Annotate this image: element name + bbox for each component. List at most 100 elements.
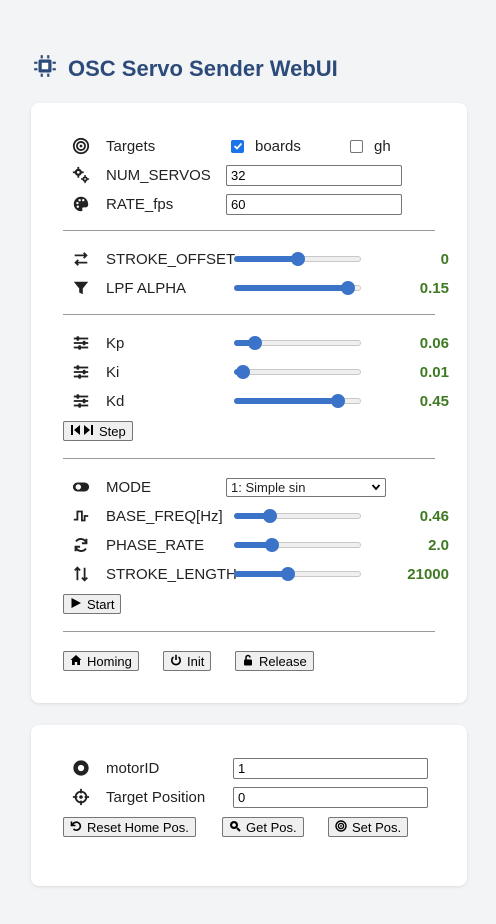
filter-icon: [71, 278, 91, 298]
kp-slider[interactable]: [234, 335, 361, 351]
unlock-icon: [242, 654, 254, 669]
step-button-label: Step: [99, 423, 126, 439]
rate-fps-row: RATE_fps: [71, 192, 449, 216]
set-pos-button[interactable]: Set Pos.: [328, 817, 409, 837]
sliders-icon: [71, 391, 91, 411]
reset-home-pos-button[interactable]: Reset Home Pos.: [63, 817, 196, 837]
home-icon: [70, 654, 82, 669]
boards-label: boards: [255, 137, 301, 155]
target-position-row: Target Position: [71, 785, 449, 809]
rate-fps-label: RATE_fps: [106, 195, 174, 213]
num-servos-row: NUM_SERVOS: [71, 163, 449, 187]
power-icon: [170, 654, 182, 669]
start-button-label: Start: [87, 596, 115, 612]
sliders-icon: [71, 362, 91, 382]
page-title: OSC Servo Sender WebUI: [68, 56, 338, 81]
step-button[interactable]: Step: [63, 421, 133, 441]
stroke-offset-label: STROKE_OFFSET: [106, 250, 236, 268]
targets-label: Targets: [106, 137, 156, 155]
toggle-icon: [71, 477, 91, 497]
divider: [63, 230, 435, 231]
kd-value: 0.45: [419, 392, 449, 410]
target-position-input[interactable]: [233, 786, 428, 808]
step-forward-icon: [70, 424, 94, 439]
homing-button[interactable]: Homing: [63, 651, 139, 671]
lpf-alpha-value: 0.15: [419, 279, 449, 297]
gh-checkbox[interactable]: [350, 139, 363, 153]
search-icon: [229, 820, 241, 835]
targets-boards-option[interactable]: boards: [231, 138, 301, 155]
motor-position-card: motorID Target Position Reset Home Pos. …: [31, 725, 467, 886]
refresh-icon: [71, 535, 91, 555]
targets-row: Targets boards gh: [71, 134, 449, 158]
boards-checkbox[interactable]: [231, 139, 244, 153]
phase-rate-value: 2.0: [428, 536, 449, 554]
kp-value: 0.06: [419, 334, 449, 352]
undo-icon: [70, 820, 82, 835]
kp-label: Kp: [106, 334, 125, 352]
crosshairs-icon: [71, 787, 91, 807]
motor-id-label: motorID: [106, 759, 160, 777]
start-button[interactable]: Start: [63, 594, 122, 614]
arrows-left-right-icon: [71, 249, 91, 269]
chevron-down-icon: [371, 483, 381, 490]
stroke-length-value: 21000: [407, 565, 449, 583]
get-pos-button[interactable]: Get Pos.: [222, 817, 304, 837]
kp-row: Kp 0.06: [71, 331, 449, 355]
divider: [63, 458, 435, 459]
lpf-alpha-label: LPF ALPHA: [106, 279, 187, 297]
control-panel-card: Targets boards gh NUM_SERVOS RATE_fps: [31, 103, 467, 703]
stroke-length-label: STROKE_LENGTH: [106, 565, 237, 583]
chip-icon: [32, 53, 58, 85]
ki-row: Ki 0.01: [71, 360, 449, 384]
kd-label: Kd: [106, 392, 125, 410]
base-freq-value: 0.46: [419, 507, 449, 525]
lpf-alpha-row: LPF ALPHA 0.15: [71, 276, 449, 300]
gh-label: gh: [374, 137, 391, 155]
mode-select[interactable]: 1: Simple sin: [226, 477, 386, 497]
ki-slider[interactable]: [234, 364, 361, 380]
base-freq-slider[interactable]: [234, 508, 361, 524]
release-button[interactable]: Release: [235, 651, 314, 671]
kd-row: Kd 0.45: [71, 389, 449, 413]
phase-rate-label: PHASE_RATE: [106, 536, 205, 554]
target-position-label: Target Position: [106, 788, 206, 806]
homing-button-label: Homing: [87, 653, 132, 669]
ki-value: 0.01: [419, 363, 449, 381]
ki-label: Ki: [106, 363, 120, 381]
phase-rate-slider[interactable]: [234, 537, 361, 553]
mode-row: MODE 1: Simple sin: [71, 475, 449, 499]
play-icon: [70, 597, 82, 612]
stroke-offset-row: STROKE_OFFSET 0: [71, 247, 449, 271]
init-button-label: Init: [187, 653, 205, 669]
rate-fps-input[interactable]: [226, 193, 402, 215]
gears-icon: [71, 165, 91, 185]
mode-label: MODE: [106, 478, 151, 496]
mode-selected-value: 1: Simple sin: [231, 479, 306, 495]
targets-gh-option[interactable]: gh: [350, 138, 391, 155]
motor-id-row: motorID: [71, 756, 449, 780]
app-title: OSC Servo Sender WebUI: [32, 55, 338, 83]
get-pos-label: Get Pos.: [246, 819, 297, 835]
motor-id-input[interactable]: [233, 757, 428, 779]
base-freq-label: BASE_FREQ[Hz]: [106, 507, 223, 525]
divider: [63, 314, 435, 315]
arrows-up-down-icon: [71, 564, 91, 584]
stroke-offset-slider[interactable]: [234, 251, 361, 267]
num-servos-label: NUM_SERVOS: [106, 166, 211, 184]
num-servos-input[interactable]: [226, 164, 402, 186]
target-icon: [335, 819, 347, 835]
reset-home-pos-label: Reset Home Pos.: [87, 819, 189, 835]
stroke-offset-value: 0: [440, 250, 449, 268]
base-freq-row: BASE_FREQ[Hz] 0.46: [71, 504, 449, 528]
lpf-alpha-slider[interactable]: [234, 280, 361, 296]
stroke-length-slider[interactable]: [234, 566, 361, 582]
divider: [63, 631, 435, 632]
kd-slider[interactable]: [234, 393, 361, 409]
stroke-length-row: STROKE_LENGTH 21000: [71, 562, 449, 586]
palette-icon: [71, 194, 91, 214]
record-icon: [71, 758, 91, 778]
square-wave-icon: [71, 506, 91, 526]
init-button[interactable]: Init: [163, 651, 212, 671]
phase-rate-row: PHASE_RATE 2.0: [71, 533, 449, 557]
